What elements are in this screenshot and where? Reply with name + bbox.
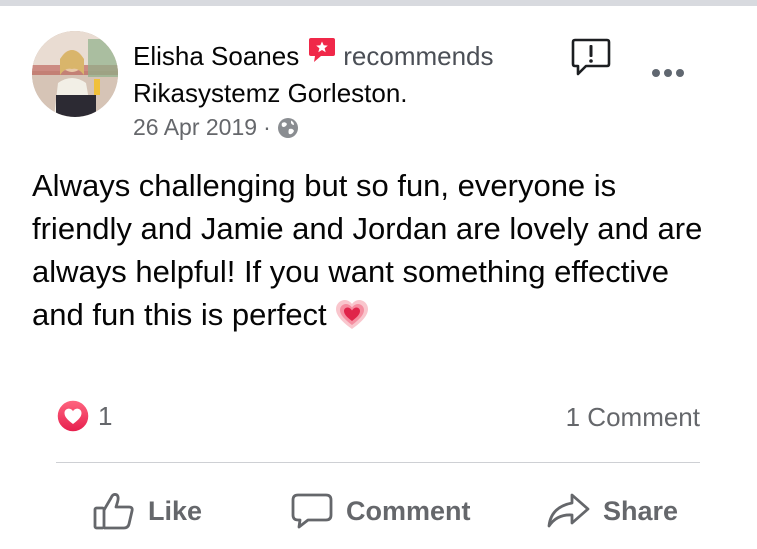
like-button[interactable]: Like [92,486,202,536]
actions-divider [56,462,700,463]
author-avatar[interactable] [32,31,118,117]
share-label: Share [603,495,679,526]
post-actions-bar: Like Comment Share [0,486,757,542]
recommendation-badge-icon [307,36,337,64]
share-button[interactable]: Share [545,486,678,536]
recommends-text: recommends [343,41,494,71]
author-name-link[interactable]: Elisha Soanes [133,39,299,73]
post-meta: 26 Apr 2019 · [133,112,299,142]
share-icon [547,493,590,528]
reactions-summary[interactable]: 1 [56,399,112,433]
more-options-button[interactable] [648,64,688,82]
like-label: Like [148,495,203,526]
comments-count-link[interactable]: 1 Comment [566,400,700,434]
post-date-link[interactable]: 26 Apr 2019 [133,112,257,142]
page-name-link[interactable]: Rikasystemz Gorleston. [133,76,408,110]
like-icon [93,493,134,530]
globe-icon [277,116,299,138]
comment-label: Comment [346,495,471,526]
report-button[interactable] [570,36,612,78]
growing-heart-icon [335,299,369,331]
post-header-line: Elisha Soanes recommends [133,36,494,73]
love-reaction-icon [56,399,90,433]
comment-button[interactable]: Comment [290,486,471,536]
comment-icon [291,493,333,529]
post-body: Always challenging but so fun, everyone … [32,164,722,336]
more-icon [652,69,684,77]
report-icon [571,38,611,76]
reaction-count: 1 [98,400,113,431]
meta-separator: · [263,114,271,140]
recommendation-post: Elisha Soanes recommends Rikasystemz Gor… [0,6,757,549]
